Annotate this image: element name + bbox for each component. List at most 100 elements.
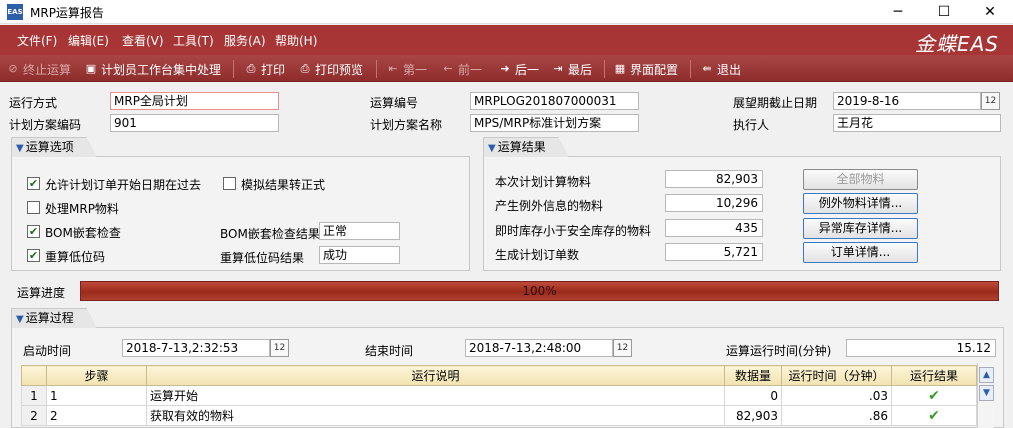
menu-help[interactable]: 帮助(H) (275, 32, 317, 49)
print-button[interactable]: ⎙ 打印 (244, 61, 285, 77)
printer-icon: ⎙ (246, 62, 256, 75)
column-header-qty[interactable]: 数据量 (724, 365, 782, 386)
exit-label: 退出 (717, 62, 742, 77)
first-button[interactable]: ⇤ 第一 (386, 61, 427, 77)
column-header-time[interactable]: 运行时间（分钟） (781, 365, 892, 386)
stock-details-button[interactable]: 异常库存详情... (803, 218, 918, 239)
calendar-icon[interactable]: 12 (613, 339, 632, 357)
plan-name-field[interactable]: MPS/MRP标准计划方案 (470, 114, 639, 132)
step-cell[interactable]: 1 (46, 385, 147, 406)
column-header-result[interactable]: 运行结果 (891, 365, 977, 386)
handle-mrp-label: 处理MRP物料 (45, 202, 119, 216)
end-time-field[interactable]: 2018-7-13,2:48:00 (465, 339, 613, 357)
process-tab[interactable]: ▼ 运算过程 (11, 308, 97, 328)
menu-service[interactable]: 服务(A) (224, 32, 266, 49)
bom-check-result-label: BOM嵌套检查结果 (220, 227, 320, 241)
collapse-icon: ▼ (16, 143, 24, 154)
bom-check-result-field[interactable]: 正常 (319, 222, 400, 240)
row-number: 1 (21, 385, 47, 406)
run-mode-field[interactable]: MRP全局计划 (110, 92, 279, 110)
start-time-field[interactable]: 2018-7-13,2:32:53 (122, 339, 270, 357)
order-details-button[interactable]: 订单详情... (803, 242, 918, 263)
below-safety-label: 即时库存小于安全库存的物料 (495, 224, 652, 238)
toolbar-separator (233, 60, 234, 78)
close-button[interactable]: ✕ (967, 0, 1013, 24)
qty-cell[interactable]: 0 (724, 385, 782, 406)
menu-view[interactable]: 查看(V) (122, 32, 164, 49)
toolbar-separator (690, 60, 691, 78)
arrow-left-icon: ← (443, 62, 453, 75)
all-items-button[interactable]: 全部物料 (803, 169, 918, 190)
duration-label: 运算运行时间(分钟) (726, 344, 832, 358)
orders-label: 生成计划订单数 (495, 248, 580, 262)
last-label: 最后 (568, 62, 593, 77)
simulate-label: 模拟结果转正式 (241, 178, 326, 192)
process-table: 步骤 运行说明 数据量 运行时间（分钟） 运行结果 1 1 运算开始 0 .03… (21, 365, 977, 426)
menu-file[interactable]: 文件(F) (17, 32, 57, 49)
recalc-low-checkbox[interactable]: ✔ (27, 249, 40, 262)
vertical-scrollbar[interactable]: ▲ ▼ (977, 363, 994, 428)
stop-icon: ⊘ (8, 62, 18, 75)
plan-code-field[interactable]: 901 (110, 114, 279, 132)
brand-logo: 金蝶EAS (914, 32, 999, 56)
print-label: 打印 (261, 62, 286, 77)
time-cell[interactable]: .86 (781, 405, 892, 426)
last-button[interactable]: ⇥ 最后 (551, 61, 592, 77)
qty-cell[interactable]: 82,903 (724, 405, 782, 426)
menu-bar: 文件(F) 编辑(E) 查看(V) 工具(T) 服务(A) 帮助(H) 金蝶EA… (0, 25, 1013, 56)
process-title: 运算过程 (25, 311, 74, 325)
table-header-row: 步骤 运行说明 数据量 运行时间（分钟） 运行结果 (21, 365, 977, 386)
desc-cell[interactable]: 获取有效的物料 (146, 405, 725, 426)
column-header-step[interactable]: 步骤 (46, 365, 147, 386)
check-icon: ✔ (891, 385, 977, 406)
start-time-label: 启动时间 (23, 344, 72, 358)
options-tab[interactable]: ▼ 运算选项 (11, 137, 97, 157)
column-header-desc[interactable]: 运行说明 (146, 365, 725, 386)
exception-label: 产生例外信息的物料 (495, 199, 604, 213)
planner-workbench-label: 计划员工作台集中处理 (101, 62, 222, 77)
print-preview-button[interactable]: ⎙ 打印预览 (298, 61, 363, 77)
below-safety-field: 435 (665, 219, 763, 237)
title-bar: EAS MRP运算报告 ─ ☐ ✕ (0, 0, 1013, 24)
horizon-field[interactable]: 2019-8-16 (833, 92, 981, 110)
exception-details-button[interactable]: 例外物料详情... (803, 193, 918, 214)
calendar-icon[interactable]: 12 (270, 339, 289, 357)
planner-workbench-button[interactable]: ▣ 计划员工作台集中处理 (84, 61, 221, 77)
allow-past-label: 允许计划订单开始日期在过去 (45, 178, 202, 192)
recalc-low-result-field[interactable]: 成功 (319, 246, 400, 264)
scroll-up-icon[interactable]: ▲ (979, 367, 994, 383)
exit-button[interactable]: ⇚ 退出 (700, 61, 741, 77)
handle-mrp-checkbox[interactable] (27, 201, 40, 214)
executor-field[interactable]: 王月花 (833, 114, 1001, 132)
step-cell[interactable]: 2 (46, 405, 147, 426)
first-icon: ⇤ (388, 62, 398, 75)
scroll-down-icon[interactable]: ▼ (979, 385, 994, 401)
next-button[interactable]: ➜ 后一 (498, 61, 539, 77)
results-title: 运算结果 (497, 140, 546, 154)
desc-cell[interactable]: 运算开始 (146, 385, 725, 406)
ui-config-button[interactable]: ▦ 界面配置 (613, 61, 678, 77)
print-preview-icon: ⎙ (300, 62, 310, 75)
calc-items-label: 本次计划计算物料 (495, 175, 592, 189)
maximize-button[interactable]: ☐ (921, 0, 967, 24)
run-no-field[interactable]: MRPLOG201807000031 (470, 92, 639, 110)
next-label: 后一 (515, 62, 540, 77)
simulate-checkbox[interactable] (223, 177, 236, 190)
allow-past-checkbox[interactable]: ✔ (27, 177, 40, 190)
ui-config-label: 界面配置 (630, 62, 679, 77)
menu-tools[interactable]: 工具(T) (173, 32, 214, 49)
minimize-button[interactable]: ─ (875, 0, 921, 24)
progress-bar: 100% (80, 281, 999, 301)
duration-field: 15.12 (846, 339, 996, 357)
table-row[interactable]: 2 2 获取有效的物料 82,903 .86 ✔ (21, 405, 977, 426)
time-cell[interactable]: .03 (781, 385, 892, 406)
calendar-icon[interactable]: 12 (981, 92, 1000, 110)
menu-edit[interactable]: 编辑(E) (68, 32, 109, 49)
table-row[interactable]: 1 1 运算开始 0 .03 ✔ (21, 385, 977, 406)
toolbar-separator (604, 60, 605, 78)
prev-button[interactable]: ← 前一 (441, 61, 482, 77)
bom-check-checkbox[interactable]: ✔ (27, 225, 40, 238)
results-tab[interactable]: ▼ 运算结果 (483, 137, 569, 157)
window-title: MRP运算报告 (30, 6, 104, 20)
stop-button[interactable]: ⊘ 终止运算 (6, 61, 71, 77)
